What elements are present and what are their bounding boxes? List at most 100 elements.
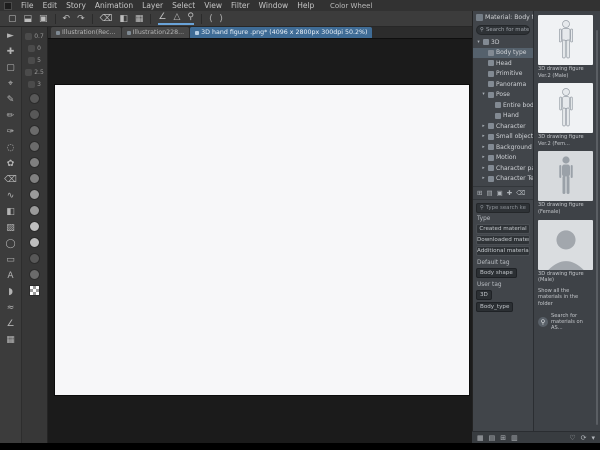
delete-icon[interactable]: ⌫ xyxy=(100,14,113,24)
assets-search-button[interactable]: ⚲ Search for materials on ASS xyxy=(476,25,530,35)
document-tab[interactable]: Illustration228... xyxy=(121,27,190,38)
material-item[interactable]: 3D drawing figure (Male) xyxy=(538,219,594,284)
color-swatch[interactable] xyxy=(29,173,40,184)
tag-body-type[interactable]: Body_type xyxy=(476,302,514,312)
tool-value-row[interactable]: 2.5 xyxy=(25,69,44,76)
menu-layer[interactable]: Layer xyxy=(142,1,163,10)
tree-item-pose[interactable]: ▾ Pose xyxy=(473,90,533,101)
new-file-icon[interactable]: ▢ xyxy=(8,14,17,24)
menu-animation[interactable]: Animation xyxy=(95,1,133,10)
decoration-tool-icon[interactable]: ✿ xyxy=(7,159,15,169)
tree-item-panorama[interactable]: Panorama xyxy=(473,79,533,90)
thumbnail-size-icon[interactable]: ⊞ xyxy=(500,434,506,442)
collapse-arrow-icon[interactable]: ▾ xyxy=(481,92,486,97)
color-swatch[interactable] xyxy=(29,157,40,168)
keyword-search-field[interactable]: ⚲ xyxy=(476,203,530,213)
color-swatch[interactable] xyxy=(29,253,40,264)
menu-help[interactable]: Help xyxy=(297,1,314,10)
assets-search-link[interactable]: ⚲ Search for materials on AS... xyxy=(538,313,594,332)
delete-material-icon[interactable]: ⌫ xyxy=(516,189,525,197)
tree-item-background[interactable]: ▸ Background xyxy=(473,142,533,153)
downloaded-material-button[interactable]: Downloaded material xyxy=(476,235,530,245)
show-all-materials-link[interactable]: Show all the materials in the folder xyxy=(538,288,594,308)
tool-value-row[interactable]: 0 xyxy=(28,45,41,52)
prev-page-icon[interactable]: ⟨ xyxy=(209,14,213,24)
open-file-icon[interactable]: ⬓ xyxy=(24,14,33,24)
tool-value-row[interactable]: 3 xyxy=(28,81,41,88)
gradient-tool-icon[interactable]: ▨ xyxy=(6,223,15,233)
pen-tool-icon[interactable]: ✎ xyxy=(7,95,15,105)
new-folder-icon[interactable]: ▣ xyxy=(497,189,503,197)
document-tab-active[interactable]: 3D hand figure .png* (4096 x 2800px 300d… xyxy=(190,27,373,38)
collapse-arrow-icon[interactable]: ▾ xyxy=(476,40,481,45)
expand-arrow-icon[interactable]: ▸ xyxy=(481,134,486,139)
zoom-icon[interactable]: ⚲ xyxy=(187,12,194,22)
grid-tool-icon[interactable]: ▦ xyxy=(6,335,15,345)
thumbnail-scrollbar[interactable] xyxy=(596,30,598,425)
tree-item-small-object[interactable]: ▸ Small object xyxy=(473,132,533,143)
eraser-tool-icon[interactable]: ⌫ xyxy=(4,175,17,185)
menu-file[interactable]: File xyxy=(21,1,34,10)
tree-item-primitive[interactable]: Primitive xyxy=(473,69,533,80)
document-tab[interactable]: Illustration(Rec... xyxy=(51,27,121,38)
next-page-icon[interactable]: ⟩ xyxy=(220,14,224,24)
grid-icon[interactable]: ▦ xyxy=(135,14,144,24)
blend-tool-icon[interactable]: ∿ xyxy=(7,191,15,201)
color-swatch[interactable] xyxy=(29,221,40,232)
snap-ruler-icon[interactable]: △ xyxy=(173,12,180,22)
expand-arrow-icon[interactable]: ▸ xyxy=(481,166,486,171)
tree-item-hand[interactable]: Hand xyxy=(473,111,533,122)
tree-item-body-type[interactable]: Body type xyxy=(473,47,533,58)
material-item[interactable]: 3D drawing figure Ver.2 (Fem... xyxy=(538,83,594,147)
add-material-icon[interactable]: ✚ xyxy=(507,189,512,197)
favorite-icon[interactable]: ♡ xyxy=(569,434,575,442)
autoselect-tool-icon[interactable]: ⌖ xyxy=(8,79,13,89)
tree-item-character-parts[interactable]: ▸ Character parts xyxy=(473,163,533,174)
tree-item-character-texture[interactable]: ▸ Character Textu xyxy=(473,174,533,185)
airbrush-tool-icon[interactable]: ◌ xyxy=(7,143,15,153)
refresh-icon[interactable]: ⟳ xyxy=(581,434,587,442)
menu-filter[interactable]: Filter xyxy=(231,1,250,10)
detail-view-icon[interactable]: ▥ xyxy=(511,434,518,442)
move-tool-icon[interactable]: ✚ xyxy=(7,47,15,57)
color-swatch[interactable] xyxy=(29,237,40,248)
expand-arrow-icon[interactable]: ▸ xyxy=(481,155,486,160)
thumbnail-view-icon[interactable]: ⊞ xyxy=(477,189,482,197)
list-view-icon[interactable]: ▤ xyxy=(486,189,492,197)
menu-view[interactable]: View xyxy=(204,1,222,10)
correction-tool-icon[interactable]: ≈ xyxy=(7,303,15,313)
ruler-tool-icon[interactable]: ∠ xyxy=(6,319,14,329)
tree-item-entire-body[interactable]: Entire body xyxy=(473,100,533,111)
color-swatch[interactable] xyxy=(29,93,40,104)
color-swatch[interactable] xyxy=(29,125,40,136)
color-swatch[interactable] xyxy=(29,109,40,120)
selection-tool-icon[interactable]: ▢ xyxy=(6,63,15,73)
brush-tool-icon[interactable]: ✑ xyxy=(7,127,15,137)
operation-tool-icon[interactable]: ► xyxy=(7,31,14,41)
keyword-search-input[interactable] xyxy=(485,205,526,211)
fill-tool-icon[interactable]: ◧ xyxy=(6,207,15,217)
tree-item-motion[interactable]: ▸ Motion xyxy=(473,153,533,164)
snap-angle-icon[interactable]: ∠ xyxy=(158,12,166,22)
fill-icon[interactable]: ◧ xyxy=(119,14,128,24)
color-swatch[interactable] xyxy=(29,141,40,152)
tag-3d[interactable]: 3D xyxy=(476,290,492,300)
list-view-icon[interactable]: ▤ xyxy=(489,434,496,442)
menu-select[interactable]: Select xyxy=(172,1,195,10)
created-material-button[interactable]: Created material xyxy=(476,224,530,234)
save-icon[interactable]: ▣ xyxy=(39,14,48,24)
expand-arrow-icon[interactable]: ▸ xyxy=(481,124,486,129)
material-item[interactable]: 3D drawing figure (Female) xyxy=(538,151,594,215)
frame-tool-icon[interactable]: ▭ xyxy=(6,255,15,265)
color-swatch[interactable] xyxy=(29,269,40,280)
redo-icon[interactable]: ↷ xyxy=(77,14,85,24)
tool-value-row[interactable]: 0.7 xyxy=(25,33,44,40)
menu-story[interactable]: Story xyxy=(66,1,86,10)
expand-arrow-icon[interactable]: ▸ xyxy=(481,176,486,181)
figure-tool-icon[interactable]: ◯ xyxy=(5,239,15,249)
text-tool-icon[interactable]: A xyxy=(7,271,13,281)
undo-icon[interactable]: ↶ xyxy=(63,14,71,24)
grid-view-icon[interactable]: ▦ xyxy=(477,434,484,442)
transparent-color-swatch[interactable] xyxy=(29,285,40,296)
color-swatch[interactable] xyxy=(29,189,40,200)
